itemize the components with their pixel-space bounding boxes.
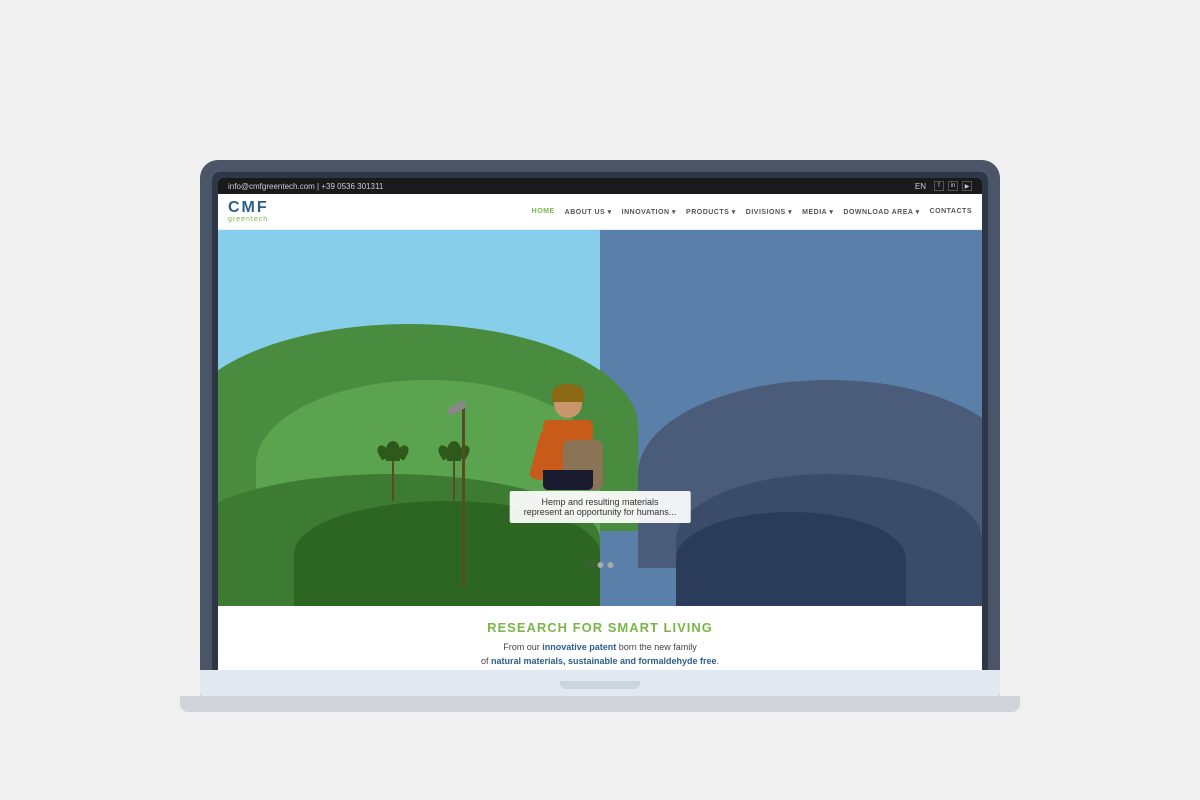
hero-text-box: Hemp and resulting materials represent a… [510, 491, 691, 523]
logo-greentech: greentech [228, 216, 269, 223]
person-body [543, 420, 593, 490]
hero-line1: Hemp and resulting materials [524, 497, 677, 507]
hero-scene: Hemp and resulting materials represent a… [218, 230, 982, 606]
facebook-icon[interactable]: f [934, 181, 944, 191]
dot-2[interactable] [598, 562, 604, 568]
linkedin-icon[interactable]: in [948, 181, 958, 191]
hemp-stick-2 [453, 461, 455, 501]
hemp-stick-1 [392, 461, 394, 501]
subtitle-line2-end: . [717, 656, 720, 666]
walking-stick [462, 407, 465, 587]
nav-contacts[interactable]: CONTACTS [930, 208, 972, 215]
subtitle-plain2: born the new family [616, 642, 697, 652]
subtitle-line2-plain: of [481, 656, 491, 666]
laptop-base-bottom [180, 696, 1020, 712]
person-arm [529, 429, 556, 481]
dot-3[interactable] [608, 562, 614, 568]
nav-innovation[interactable]: INNOVATION ▾ [622, 208, 676, 216]
logo-cmf: CMF [228, 200, 269, 216]
hemp-leaves-2 [447, 441, 461, 461]
nav-divisions[interactable]: DIVISIONS ▾ [746, 208, 792, 216]
navigation: CMF greentech HOME ABOUT US ▾ INNOVATION… [218, 194, 982, 230]
section-title: RESEARCH FOR SMART LIVING [238, 620, 962, 635]
nav-about[interactable]: ABOUT US ▾ [565, 208, 612, 216]
laptop-notch [560, 681, 640, 689]
laptop-body: info@cmfgreentech.com | +39 0536 301311 … [200, 160, 1000, 700]
slider-dots [587, 561, 614, 568]
hemp-leaves-1 [386, 441, 400, 461]
subtitle-line2-bold: natural materials, sustainable and forma… [491, 656, 717, 666]
youtube-icon[interactable]: ▶ [962, 181, 972, 191]
hero-section: Hemp and resulting materials represent a… [218, 230, 982, 606]
person-bag [563, 440, 603, 490]
subtitle-bold: innovative patent [542, 642, 616, 652]
section-subtitle: From our innovative patent born the new … [238, 641, 962, 668]
top-bar-right: EN f in ▶ [915, 181, 972, 191]
laptop-frame: info@cmfgreentech.com | +39 0536 301311 … [170, 100, 1030, 700]
lang-selector[interactable]: EN [915, 182, 926, 191]
laptop-screen: info@cmfgreentech.com | +39 0536 301311 … [218, 178, 982, 682]
subtitle-plain1: From our [503, 642, 542, 652]
logo[interactable]: CMF greentech [228, 200, 269, 223]
nav-links: HOME ABOUT US ▾ INNOVATION ▾ PRODUCTS ▾ … [532, 208, 972, 216]
hemp-plant-1 [386, 441, 400, 501]
hill-right3 [676, 512, 905, 606]
screen-border: info@cmfgreentech.com | +39 0536 301311 … [212, 172, 988, 688]
top-bar: info@cmfgreentech.com | +39 0536 301311 … [218, 178, 982, 194]
nav-download[interactable]: DOWNLOAD AREA ▾ [843, 208, 919, 216]
dot-1[interactable] [587, 561, 594, 568]
hero-line2: represent an opportunity for humans... [524, 507, 677, 517]
nav-media[interactable]: MEDIA ▾ [802, 208, 833, 216]
contact-info: info@cmfgreentech.com | +39 0536 301311 [228, 182, 383, 191]
nav-products[interactable]: PRODUCTS ▾ [686, 208, 736, 216]
hemp-plant-2 [447, 441, 461, 501]
person-figure [508, 390, 628, 550]
nav-home[interactable]: HOME [532, 208, 555, 215]
person-head [554, 390, 582, 418]
